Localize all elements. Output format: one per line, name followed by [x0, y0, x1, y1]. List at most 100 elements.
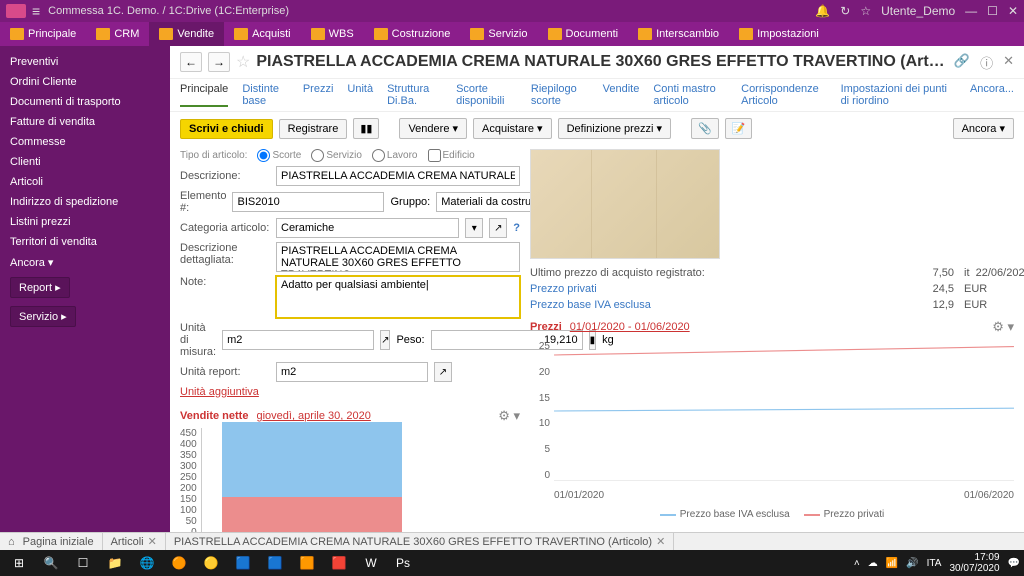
radio-lavoro[interactable]: Lavoro: [372, 149, 418, 162]
ureport-open-icon[interactable]: ↗: [434, 362, 452, 382]
app-icon-6[interactable]: 🟥: [324, 552, 354, 574]
help-icon[interactable]: ?: [513, 222, 520, 234]
ps-icon[interactable]: Ps: [388, 552, 418, 574]
tab-riepilogo[interactable]: Riepilogo scorte: [531, 83, 589, 107]
favorite-icon[interactable]: ☆: [236, 52, 250, 72]
tab-conti[interactable]: Conti mastro articolo: [653, 83, 727, 107]
menu-servizio[interactable]: Servizio: [460, 22, 537, 46]
radio-servizio[interactable]: Servizio: [311, 149, 362, 162]
ancora-button[interactable]: Ancora ▾: [953, 118, 1014, 139]
maximize-icon[interactable]: ☐: [987, 4, 998, 18]
register-button[interactable]: Registrare: [279, 119, 348, 139]
menu-interscambio[interactable]: Interscambio: [628, 22, 729, 46]
search-icon[interactable]: 🔍: [36, 552, 66, 574]
menu-impostazioni[interactable]: Impostazioni: [729, 22, 829, 46]
menu-documenti[interactable]: Documenti: [538, 22, 629, 46]
vendite-chart-date[interactable]: giovedì, aprile 30, 2020: [256, 410, 370, 422]
menu-costruzione[interactable]: Costruzione: [364, 22, 461, 46]
tab-unita[interactable]: Unità: [347, 83, 373, 107]
prezzi-gear-icon[interactable]: ⚙ ▾: [992, 319, 1014, 335]
acquistare-button[interactable]: Acquistare ▾: [473, 118, 552, 139]
defprezzi-button[interactable]: Definizione prezzi ▾: [558, 118, 671, 139]
nav-back-button[interactable]: ←: [180, 52, 202, 72]
close-icon[interactable]: ✕: [1008, 4, 1018, 18]
tray-clock[interactable]: 17:09 30/07/2020: [949, 552, 999, 574]
info-icon[interactable]: ⓘ: [980, 53, 993, 72]
menu-vendite[interactable]: Vendite: [149, 22, 224, 46]
sidebar-item-indirizzo[interactable]: Indirizzo di spedizione: [0, 192, 170, 212]
price-privati-label[interactable]: Prezzo privati: [530, 283, 904, 295]
sidebar-item-clienti[interactable]: Clienti: [0, 152, 170, 172]
ureport-input[interactable]: [276, 362, 428, 382]
tab-ancora[interactable]: Ancora...: [970, 83, 1014, 107]
sidebar-item-ddt[interactable]: Documenti di trasporto: [0, 92, 170, 112]
elemento-input[interactable]: [232, 192, 384, 212]
prezzi-chart-range[interactable]: 01/01/2020 - 01/06/2020: [570, 321, 690, 333]
tray-wifi-icon[interactable]: 📶: [886, 558, 898, 569]
btab-article-close-icon[interactable]: ✕: [656, 535, 665, 548]
sidebar-ancora[interactable]: Ancora ▾: [0, 252, 170, 273]
tab-vendite[interactable]: Vendite: [603, 83, 640, 107]
taskview-icon[interactable]: ☐: [68, 552, 98, 574]
btab-article[interactable]: PIASTRELLA ACCADEMIA CREMA NATURALE 30X6…: [166, 533, 674, 550]
barcode-button[interactable]: ▮▮: [353, 118, 379, 139]
price-base-label[interactable]: Prezzo base IVA esclusa: [530, 299, 904, 311]
vendite-gear-icon[interactable]: ⚙ ▾: [498, 408, 520, 424]
note-input[interactable]: Adatto per qualsiasi ambiente|: [276, 276, 520, 318]
bell-icon[interactable]: 🔔: [815, 4, 830, 18]
menu-principale[interactable]: Principale: [0, 22, 86, 46]
panel-close-icon[interactable]: ✕: [1003, 53, 1014, 72]
save-close-button[interactable]: Scrivi e chiudi: [180, 119, 273, 139]
descdet-input[interactable]: PIASTRELLA ACCADEMIA CREMA NATURALE 30X6…: [276, 242, 520, 272]
sidebar-item-ordini[interactable]: Ordini Cliente: [0, 72, 170, 92]
tab-scorte[interactable]: Scorte disponibili: [456, 83, 517, 107]
um-open-icon[interactable]: ↗: [380, 330, 390, 350]
app-icon-3[interactable]: 🟦: [228, 552, 258, 574]
descrizione-input[interactable]: [276, 166, 520, 186]
app-icon-4[interactable]: 🟦: [260, 552, 290, 574]
tab-prezzi[interactable]: Prezzi: [303, 83, 334, 107]
btab-articoli-close-icon[interactable]: ✕: [148, 535, 157, 548]
star-icon[interactable]: ☆: [860, 4, 871, 18]
sidebar-item-fatture[interactable]: Fatture di vendita: [0, 112, 170, 132]
sidebar-report-button[interactable]: Report ▸: [10, 277, 70, 298]
menu-acquisti[interactable]: Acquisti: [224, 22, 301, 46]
categoria-dropdown-icon[interactable]: ▾: [465, 218, 483, 238]
tray-sound-icon[interactable]: 🔊: [906, 558, 918, 569]
start-button[interactable]: ⊞: [4, 552, 34, 574]
unita-aggiuntiva-link[interactable]: Unità aggiuntiva: [180, 386, 259, 398]
sidebar-item-articoli[interactable]: Articoli: [0, 172, 170, 192]
note-button[interactable]: 📝: [725, 118, 753, 139]
app-icon-2[interactable]: 🟡: [196, 552, 226, 574]
radio-scorte[interactable]: Scorte: [257, 149, 301, 162]
um-input[interactable]: [222, 330, 374, 350]
explorer-icon[interactable]: 📁: [100, 552, 130, 574]
tab-riordino[interactable]: Impostazioni dei punti di riordino: [841, 83, 956, 107]
tray-notifications-icon[interactable]: 💬: [1008, 558, 1020, 569]
radio-edificio[interactable]: Edificio: [428, 149, 475, 162]
btab-articoli[interactable]: Articoli ✕: [103, 533, 166, 550]
tab-distinte[interactable]: Distinte base: [242, 83, 289, 107]
sidebar-item-preventivi[interactable]: Preventivi: [0, 52, 170, 72]
user-label[interactable]: Utente_Demo: [881, 4, 955, 18]
app-icon-5[interactable]: 🟧: [292, 552, 322, 574]
btab-home[interactable]: Pagina iniziale: [0, 533, 103, 550]
menu-wbs[interactable]: WBS: [301, 22, 364, 46]
vendere-button[interactable]: Vendere ▾: [399, 118, 467, 139]
hamburger-icon[interactable]: ≡: [32, 3, 40, 19]
link-icon[interactable]: 🔗: [954, 53, 970, 72]
categoria-open-icon[interactable]: ↗: [489, 218, 507, 238]
tab-struttura[interactable]: Struttura Di.Ba.: [387, 83, 442, 107]
tray-chevron-icon[interactable]: ˄: [854, 558, 860, 569]
sidebar-servizio-button[interactable]: Servizio ▸: [10, 306, 76, 327]
tray-lang[interactable]: ITA: [927, 558, 942, 569]
nav-forward-button[interactable]: →: [208, 52, 230, 72]
minimize-icon[interactable]: —: [965, 4, 977, 18]
categoria-input[interactable]: [276, 218, 459, 238]
sidebar-item-listini[interactable]: Listini prezzi: [0, 212, 170, 232]
tab-corrispondenze[interactable]: Corrispondenze Articolo: [741, 83, 826, 107]
sidebar-item-commesse[interactable]: Commesse: [0, 132, 170, 152]
chrome-icon[interactable]: 🌐: [132, 552, 162, 574]
sidebar-item-territori[interactable]: Territori di vendita: [0, 232, 170, 252]
tray-cloud-icon[interactable]: ☁: [868, 558, 878, 569]
